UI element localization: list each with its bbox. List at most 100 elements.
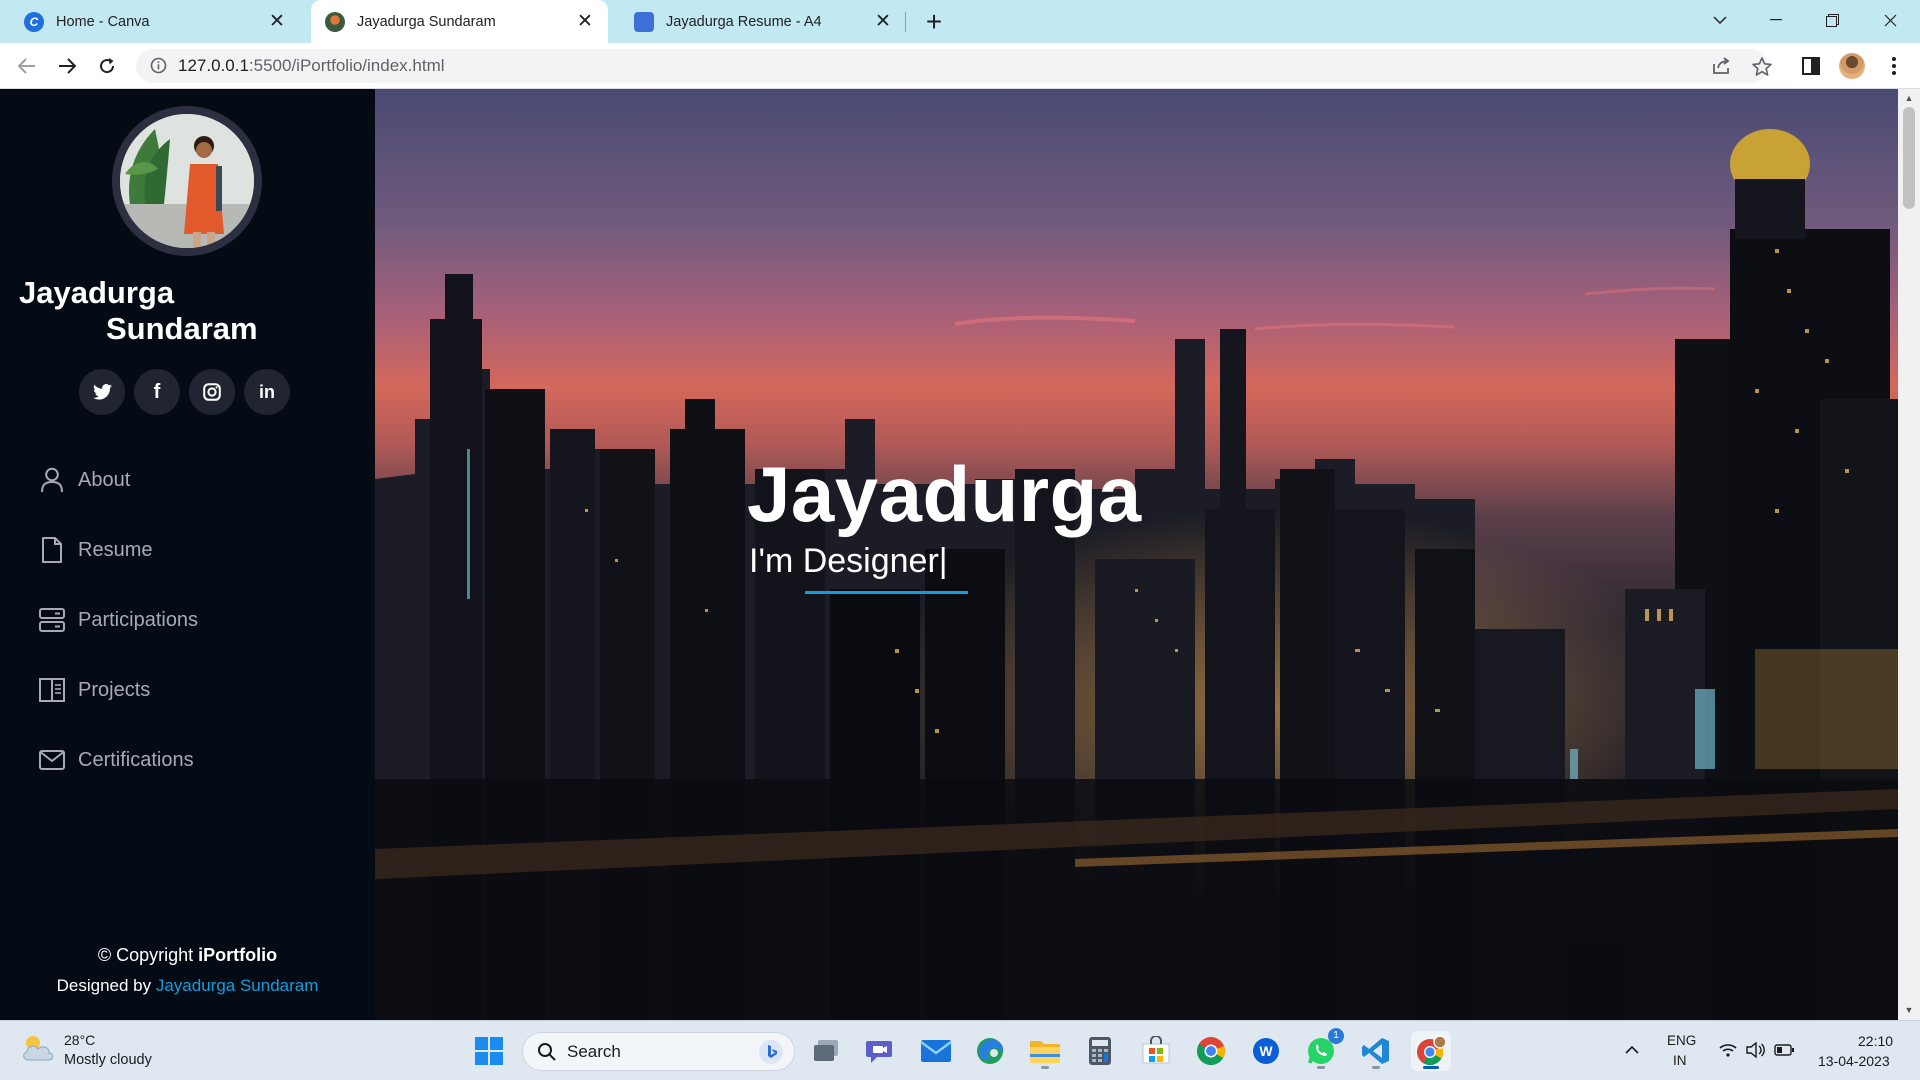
search-label: Search bbox=[567, 1042, 621, 1061]
twitter-icon bbox=[92, 384, 112, 400]
windows-taskbar: 28°C Mostly cloudy Search W 1 ENG IN 22:… bbox=[0, 1020, 1920, 1080]
nav-label: Projects bbox=[78, 678, 151, 701]
tab-jayadurga-resume[interactable]: Jayadurga Resume - A4 ✕ bbox=[610, 0, 906, 43]
menu-kebab-icon[interactable] bbox=[1880, 52, 1908, 80]
profile-avatar bbox=[112, 106, 262, 256]
tab-jayadurga-sundaram[interactable]: Jayadurga Sundaram ✕ bbox=[311, 0, 608, 43]
nav-label: Resume bbox=[78, 538, 153, 561]
sidebar: Jayadurga Sundaram f in About Resume Par… bbox=[0, 89, 375, 1020]
nav-item-resume[interactable]: Resume bbox=[38, 530, 152, 570]
close-tab-icon[interactable]: ✕ bbox=[572, 9, 598, 35]
instagram-icon bbox=[203, 383, 221, 401]
page-scrollbar[interactable]: ▲ ▼ bbox=[1898, 89, 1920, 1020]
tab-label: Jayadurga Sundaram bbox=[357, 13, 496, 30]
scroll-thumb[interactable] bbox=[1903, 107, 1915, 209]
browser-tab-strip: C Home - Canva ✕ Jayadurga Sundaram ✕ Ja… bbox=[0, 0, 1920, 43]
nav-label: Participations bbox=[78, 608, 199, 631]
running-indicator bbox=[1317, 1066, 1325, 1069]
restore-button[interactable] bbox=[1804, 0, 1860, 40]
copyright-brand: iPortfolio bbox=[198, 945, 278, 965]
microsoft-store-icon[interactable] bbox=[1136, 1031, 1176, 1071]
address-bar[interactable]: 127.0.0.1:5500/iPortfolio/index.html bbox=[136, 49, 1768, 83]
nav-label: Certifications bbox=[78, 748, 194, 771]
typed-underline bbox=[805, 591, 968, 594]
close-tab-icon[interactable]: ✕ bbox=[870, 9, 896, 35]
forward-button[interactable] bbox=[51, 50, 83, 82]
word-icon[interactable]: W bbox=[1246, 1031, 1286, 1071]
svg-text:W: W bbox=[1259, 1043, 1273, 1059]
mail-icon[interactable] bbox=[916, 1031, 956, 1071]
facebook-link[interactable]: f bbox=[134, 369, 180, 415]
page-viewport: Jayadurga Sundaram f in About Resume Par… bbox=[0, 89, 1920, 1020]
chrome-icon[interactable] bbox=[1191, 1031, 1231, 1071]
notification-badge: 1 bbox=[1328, 1028, 1344, 1044]
new-tab-button[interactable]: + bbox=[918, 6, 950, 37]
tab-home-canva[interactable]: C Home - Canva ✕ bbox=[0, 0, 300, 43]
volume-icon[interactable] bbox=[1745, 1039, 1767, 1061]
instagram-link[interactable] bbox=[189, 369, 235, 415]
canva-icon: C bbox=[24, 11, 44, 32]
profile-name-last: Sundaram bbox=[106, 311, 258, 346]
edge-browser-icon[interactable] bbox=[970, 1031, 1010, 1071]
nav-item-participations[interactable]: Participations bbox=[38, 600, 198, 640]
nav-item-certifications[interactable]: Certifications bbox=[38, 740, 194, 780]
minimize-button[interactable] bbox=[1748, 0, 1804, 40]
wifi-icon[interactable] bbox=[1717, 1039, 1739, 1061]
profile-photo-icon bbox=[325, 11, 345, 32]
close-window-button[interactable] bbox=[1862, 0, 1918, 40]
nav-item-about[interactable]: About bbox=[38, 460, 130, 500]
vscode-icon[interactable] bbox=[1356, 1031, 1396, 1071]
hero-section: Jayadurga I'm Designer| bbox=[375, 89, 1898, 1020]
battery-icon[interactable] bbox=[1773, 1039, 1795, 1061]
browser-toolbar: 127.0.0.1:5500/iPortfolio/index.html bbox=[0, 43, 1920, 89]
site-info-icon[interactable] bbox=[150, 57, 167, 74]
task-view-icon[interactable] bbox=[806, 1031, 846, 1071]
tab-search-chevron-icon[interactable] bbox=[1692, 0, 1748, 40]
clock-time[interactable]: 22:10 bbox=[1858, 1033, 1893, 1049]
weather-description[interactable]: Mostly cloudy bbox=[64, 1052, 152, 1068]
linkedin-link[interactable]: in bbox=[244, 369, 290, 415]
weather-temperature[interactable]: 28°C bbox=[64, 1032, 95, 1048]
scroll-down-arrow-icon[interactable]: ▼ bbox=[1904, 1005, 1914, 1015]
search-icon bbox=[537, 1042, 557, 1062]
start-button[interactable] bbox=[469, 1031, 509, 1071]
profile-name-first: Jayadurga bbox=[19, 275, 175, 310]
show-hidden-icons-chevron-icon[interactable] bbox=[1621, 1039, 1643, 1061]
hero-title: Jayadurga bbox=[747, 450, 1142, 538]
nav-label: About bbox=[78, 468, 131, 491]
input-region[interactable]: IN bbox=[1673, 1053, 1687, 1068]
hero-subtitle: I'm Designer| bbox=[749, 542, 948, 580]
close-tab-icon[interactable]: ✕ bbox=[264, 9, 290, 35]
weather-cloudy-icon[interactable] bbox=[20, 1033, 56, 1063]
facebook-icon: f bbox=[153, 380, 161, 403]
taskbar-search[interactable]: Search bbox=[522, 1032, 795, 1071]
nav-item-projects[interactable]: Projects bbox=[38, 670, 150, 710]
server-icon bbox=[38, 606, 66, 634]
side-panel-icon[interactable] bbox=[1797, 52, 1825, 80]
teams-chat-icon[interactable] bbox=[860, 1031, 900, 1071]
running-indicator bbox=[1041, 1066, 1049, 1069]
designer-link[interactable]: Jayadurga Sundaram bbox=[156, 976, 319, 995]
file-explorer-icon[interactable] bbox=[1025, 1031, 1065, 1071]
calculator-icon[interactable] bbox=[1080, 1031, 1120, 1071]
bing-icon[interactable] bbox=[759, 1040, 783, 1064]
linkedin-icon: in bbox=[259, 381, 275, 402]
chrome-profile-icon[interactable] bbox=[1411, 1031, 1451, 1071]
designed-by-text: Designed by Jayadurga Sundaram bbox=[56, 976, 319, 995]
running-indicator bbox=[1372, 1066, 1380, 1069]
scroll-up-arrow-icon[interactable]: ▲ bbox=[1904, 93, 1914, 103]
reload-button[interactable] bbox=[91, 50, 123, 82]
input-language[interactable]: ENG bbox=[1667, 1033, 1696, 1048]
back-button[interactable] bbox=[11, 50, 43, 82]
clock-date[interactable]: 13-04-2023 bbox=[1818, 1053, 1890, 1069]
whatsapp-icon[interactable]: 1 bbox=[1301, 1028, 1344, 1071]
copyright-text: © Copyright iPortfolio bbox=[97, 945, 278, 965]
bookmark-star-icon[interactable] bbox=[1748, 52, 1776, 80]
profile-avatar[interactable] bbox=[1838, 52, 1866, 80]
twitter-link[interactable] bbox=[79, 369, 125, 415]
book-half-icon bbox=[38, 676, 66, 704]
tab-label: Home - Canva bbox=[56, 13, 150, 30]
printer-icon bbox=[634, 11, 654, 32]
share-icon[interactable] bbox=[1708, 52, 1736, 80]
url-text[interactable]: 127.0.0.1:5500/iPortfolio/index.html bbox=[178, 49, 445, 83]
